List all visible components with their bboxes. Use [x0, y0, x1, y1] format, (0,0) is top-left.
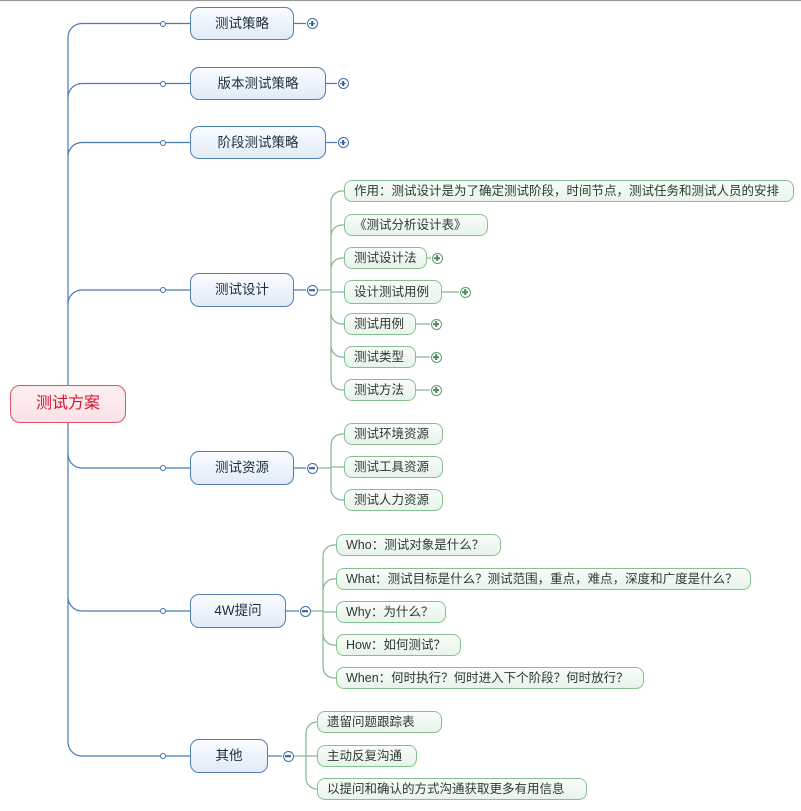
- child-node-4-1[interactable]: 作用：测试设计是为了确定测试阶段，时间节点，测试任务和测试人员的安排: [344, 180, 794, 202]
- branch-3-connector-dot: [160, 139, 166, 146]
- child-node-label: 以提问和确认的方式沟通获取更多有用信息: [327, 781, 565, 796]
- child-node-4-6-expand-toggle[interactable]: [430, 351, 442, 363]
- child-node-4-4[interactable]: 设计测试用例: [344, 280, 442, 304]
- child-node-7-3[interactable]: 以提问和确认的方式沟通获取更多有用信息: [317, 778, 587, 800]
- root-node[interactable]: 测试方案: [10, 385, 126, 423]
- branch-2-expand-toggle[interactable]: [337, 78, 349, 89]
- child-node-6-5[interactable]: When：何时执行？何时进入下个阶段？何时放行？: [336, 667, 644, 689]
- branch-node-label: 阶段测试策略: [217, 134, 299, 150]
- child-node-label: How：如何测试？: [346, 637, 447, 652]
- child-node-label: When：何时执行？何时进入下个阶段？何时放行？: [346, 670, 629, 685]
- child-node-4-4-expand-toggle[interactable]: [459, 286, 471, 298]
- branch-5-connector-dot: [160, 465, 166, 471]
- child-node-5-2[interactable]: 测试工具资源: [344, 456, 443, 478]
- child-node-4-3[interactable]: 测试设计法: [344, 247, 427, 269]
- branch-1-connector-dot: [160, 20, 166, 27]
- child-node-label: 测试人力资源: [354, 492, 430, 507]
- child-node-5-1[interactable]: 测试环境资源: [344, 423, 443, 445]
- child-node-label: 作用：测试设计是为了确定测试阶段，时间节点，测试任务和测试人员的安排: [354, 183, 780, 198]
- child-node-7-2[interactable]: 主动反复沟通: [317, 745, 417, 767]
- child-node-label: 主动反复沟通: [327, 748, 403, 763]
- child-node-6-2[interactable]: What：测试目标是什么？测试范围，重点，难点，深度和广度是什么？: [336, 568, 751, 590]
- child-node-label: 测试方法: [354, 382, 405, 397]
- branch-node-4[interactable]: 测试设计: [190, 273, 294, 307]
- child-node-label: 遗留问题跟踪表: [327, 714, 415, 729]
- child-node-label: 设计测试用例: [354, 284, 430, 299]
- child-node-label: Why：为什么？: [346, 604, 434, 619]
- branch-node-label: 4W提问: [214, 603, 262, 619]
- branch-node-3[interactable]: 阶段测试策略: [190, 126, 326, 159]
- child-node-4-3-expand-toggle[interactable]: [431, 252, 443, 264]
- child-node-4-6[interactable]: 测试类型: [344, 346, 416, 368]
- branch-4-connector-dot: [160, 287, 166, 293]
- child-node-7-1[interactable]: 遗留问题跟踪表: [317, 711, 442, 733]
- child-node-label: 测试设计法: [354, 250, 417, 265]
- child-node-6-3[interactable]: Why：为什么？: [336, 601, 446, 623]
- branch-2-connector-dot: [160, 80, 166, 87]
- child-node-6-1[interactable]: Who：测试对象是什么？: [336, 534, 501, 556]
- child-node-label: 测试环境资源: [354, 426, 430, 441]
- child-node-label: What：测试目标是什么？测试范围，重点，难点，深度和广度是什么？: [346, 571, 738, 586]
- branch-node-label: 其他: [215, 748, 243, 764]
- child-node-label: 《测试分析设计表》: [354, 217, 467, 232]
- branch-node-6[interactable]: 4W提问: [190, 594, 286, 628]
- branch-node-1[interactable]: 测试策略: [190, 7, 294, 40]
- root-node-label: 测试方案: [35, 395, 100, 412]
- branch-node-label: 测试资源: [215, 460, 269, 476]
- branch-node-7[interactable]: 其他: [190, 739, 268, 773]
- branch-node-label: 测试设计: [215, 282, 269, 298]
- branch-7-collapse-toggle[interactable]: [282, 750, 294, 762]
- branch-6-connector-dot: [160, 608, 166, 614]
- child-node-4-7[interactable]: 测试方法: [344, 379, 416, 401]
- branch-7-connector-dot: [160, 753, 166, 759]
- branch-node-label: 测试策略: [215, 15, 269, 31]
- child-node-label: Who：测试对象是什么？: [346, 537, 485, 552]
- branch-node-2[interactable]: 版本测试策略: [190, 67, 326, 100]
- child-node-4-5[interactable]: 测试用例: [344, 313, 416, 335]
- child-node-label: 测试用例: [354, 316, 405, 331]
- child-node-5-3[interactable]: 测试人力资源: [344, 489, 443, 511]
- branch-node-5[interactable]: 测试资源: [190, 451, 294, 485]
- branch-1-expand-toggle[interactable]: [306, 18, 318, 29]
- branch-6-collapse-toggle[interactable]: [299, 605, 311, 617]
- child-node-label: 测试类型: [354, 349, 405, 364]
- branch-3-expand-toggle[interactable]: [337, 137, 349, 148]
- child-node-label: 测试工具资源: [354, 459, 430, 474]
- branch-4-collapse-toggle[interactable]: [306, 284, 318, 296]
- child-node-4-2[interactable]: 《测试分析设计表》: [344, 214, 488, 236]
- child-node-4-7-expand-toggle[interactable]: [430, 384, 442, 396]
- branch-node-label: 版本测试策略: [217, 75, 299, 91]
- child-node-4-5-expand-toggle[interactable]: [430, 318, 442, 330]
- branch-5-collapse-toggle[interactable]: [306, 462, 318, 474]
- child-node-6-4[interactable]: How：如何测试？: [336, 634, 461, 656]
